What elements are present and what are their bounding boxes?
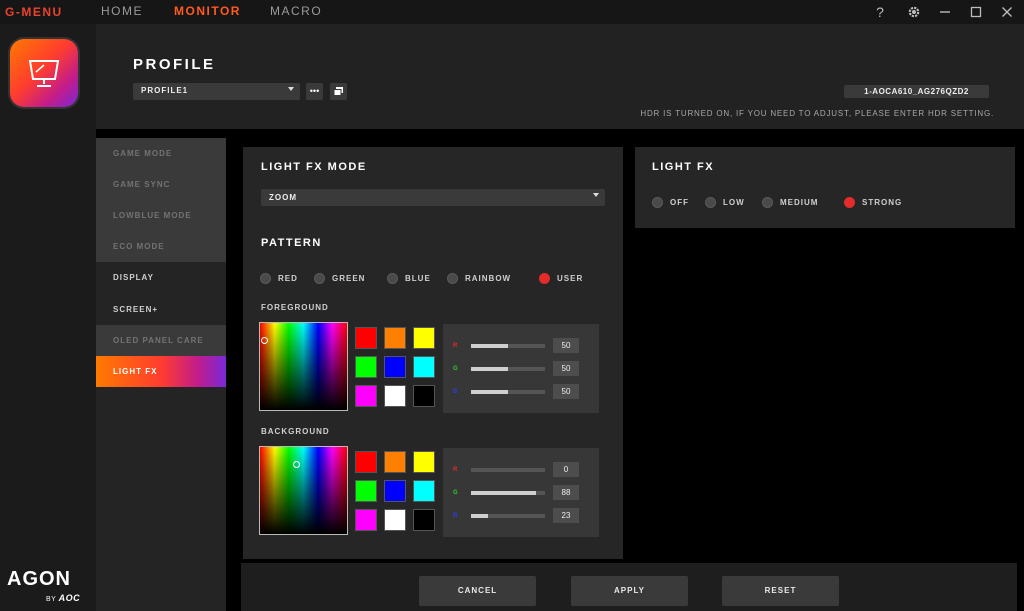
fg-g-slider[interactable] bbox=[471, 367, 545, 371]
foreground-swatch[interactable] bbox=[384, 356, 406, 378]
pattern-title: PATTERN bbox=[261, 237, 322, 249]
foreground-swatch[interactable] bbox=[355, 327, 377, 349]
profile-dropdown-value: PROFILE1 bbox=[141, 86, 189, 95]
fg-r-slider[interactable] bbox=[471, 344, 545, 348]
sidebar-item-lowblue-mode[interactable]: LOWBLUE MODE bbox=[96, 200, 226, 231]
light-fx-panel bbox=[635, 147, 1015, 228]
light-fx-mode-dropdown[interactable]: ZOOM bbox=[261, 189, 605, 206]
fg-g-label: G bbox=[453, 366, 458, 372]
background-swatch[interactable] bbox=[355, 480, 377, 502]
nav-tab-macro[interactable]: MACRO bbox=[270, 4, 322, 18]
bg-b-slider[interactable] bbox=[471, 514, 545, 518]
sidebar-item-light-fx[interactable]: LIGHT FX bbox=[96, 356, 226, 387]
bg-b-label: B bbox=[453, 513, 458, 519]
background-swatch[interactable] bbox=[355, 509, 377, 531]
title-bar: G-MENU HOME MONITOR MACRO ? bbox=[0, 0, 1024, 24]
help-icon[interactable]: ? bbox=[871, 3, 889, 21]
light-fx-radio-strong[interactable]: STRONG bbox=[844, 196, 902, 208]
monitor-icon bbox=[28, 60, 60, 87]
bg-g-label: G bbox=[453, 490, 458, 496]
background-swatch[interactable] bbox=[413, 509, 435, 531]
bg-r-label: R bbox=[453, 467, 458, 473]
sidebar-item-screen-plus[interactable]: SCREEN+ bbox=[96, 294, 226, 325]
pattern-radio-red[interactable]: RED bbox=[260, 272, 298, 284]
close-icon[interactable] bbox=[998, 3, 1016, 21]
foreground-color-picker[interactable] bbox=[259, 322, 348, 411]
background-picker-handle[interactable] bbox=[293, 461, 300, 468]
hdr-notice: HDR IS TURNED ON, IF YOU NEED TO ADJUST,… bbox=[640, 109, 994, 118]
bg-r-value[interactable]: 0 bbox=[553, 462, 579, 477]
page-title: PROFILE bbox=[133, 56, 216, 73]
monitor-logo-tile[interactable] bbox=[10, 39, 78, 107]
chevron-down-icon bbox=[593, 193, 599, 197]
foreground-label: FOREGROUND bbox=[261, 303, 329, 312]
reset-button[interactable]: RESET bbox=[722, 576, 839, 606]
nav-tab-monitor[interactable]: MONITOR bbox=[174, 4, 241, 18]
foreground-swatch[interactable] bbox=[384, 327, 406, 349]
foreground-picker-handle[interactable] bbox=[261, 337, 268, 344]
bg-r-slider[interactable] bbox=[471, 468, 545, 472]
sidebar-item-game-sync[interactable]: GAME SYNC bbox=[96, 169, 226, 200]
fg-r-label: R bbox=[453, 343, 458, 349]
light-fx-radio-medium[interactable]: MEDIUM bbox=[762, 196, 818, 208]
app-brand: G-MENU bbox=[5, 5, 63, 19]
more-options-button[interactable]: ••• bbox=[306, 83, 323, 100]
light-fx-radio-off[interactable]: OFF bbox=[652, 196, 689, 208]
sidebar-item-display[interactable]: DISPLAY bbox=[96, 262, 226, 293]
pattern-radio-user[interactable]: USER bbox=[539, 272, 583, 284]
background-swatch[interactable] bbox=[384, 451, 406, 473]
foreground-swatch[interactable] bbox=[413, 385, 435, 407]
light-fx-radio-low[interactable]: LOW bbox=[705, 196, 745, 208]
bg-b-value[interactable]: 23 bbox=[553, 508, 579, 523]
foreground-rgb-panel: R 50 G 50 B 50 bbox=[443, 324, 599, 413]
fg-b-label: B bbox=[453, 389, 458, 395]
minimize-icon[interactable] bbox=[936, 3, 954, 21]
background-swatch[interactable] bbox=[355, 451, 377, 473]
bg-g-value[interactable]: 88 bbox=[553, 485, 579, 500]
foreground-swatch[interactable] bbox=[355, 356, 377, 378]
fg-r-value[interactable]: 50 bbox=[553, 338, 579, 353]
fg-g-value[interactable]: 50 bbox=[553, 361, 579, 376]
pattern-radio-rainbow[interactable]: RAINBOW bbox=[447, 272, 511, 284]
monitor-id-badge: 1-AOCA610_AG276QZD2 bbox=[844, 85, 989, 98]
foreground-swatch[interactable] bbox=[413, 356, 435, 378]
profile-header: PROFILE PROFILE1 ••• 1-AOCA610_AG276QZD2… bbox=[96, 24, 1024, 129]
foreground-swatch[interactable] bbox=[413, 327, 435, 349]
foreground-swatch[interactable] bbox=[384, 385, 406, 407]
aoc-logo: BY AOC bbox=[46, 593, 81, 603]
maximize-icon[interactable] bbox=[967, 3, 985, 21]
sidebar: GAME MODE GAME SYNC LOWBLUE MODE ECO MOD… bbox=[96, 138, 226, 611]
background-swatch[interactable] bbox=[413, 451, 435, 473]
background-color-picker[interactable] bbox=[259, 446, 348, 535]
gear-icon[interactable] bbox=[905, 3, 923, 21]
background-swatch[interactable] bbox=[413, 480, 435, 502]
fg-b-value[interactable]: 50 bbox=[553, 384, 579, 399]
profile-dropdown[interactable]: PROFILE1 bbox=[133, 83, 300, 100]
foreground-swatch[interactable] bbox=[355, 385, 377, 407]
background-label: BACKGROUND bbox=[261, 427, 330, 436]
pattern-radio-blue[interactable]: BLUE bbox=[387, 272, 431, 284]
sidebar-item-game-mode[interactable]: GAME MODE bbox=[96, 138, 226, 169]
agon-logo: AGON bbox=[7, 568, 71, 590]
profile-copy-button[interactable] bbox=[330, 83, 347, 100]
light-fx-mode-value: ZOOM bbox=[269, 193, 297, 202]
fg-b-slider[interactable] bbox=[471, 390, 545, 394]
apply-button[interactable]: APPLY bbox=[571, 576, 688, 606]
sidebar-item-eco-mode[interactable]: ECO MODE bbox=[96, 231, 226, 262]
pattern-radio-green[interactable]: GREEN bbox=[314, 272, 365, 284]
chevron-down-icon bbox=[288, 87, 294, 91]
background-swatch[interactable] bbox=[384, 509, 406, 531]
left-rail: AGON BY AOC bbox=[0, 24, 96, 611]
sidebar-item-oled-panel-care[interactable]: OLED PANEL CARE bbox=[96, 325, 226, 356]
nav-tab-home[interactable]: HOME bbox=[101, 4, 143, 18]
background-swatch[interactable] bbox=[384, 480, 406, 502]
background-rgb-panel: R 0 G 88 B 23 bbox=[443, 448, 599, 537]
copy-icon bbox=[333, 87, 343, 96]
cancel-button[interactable]: CANCEL bbox=[419, 576, 536, 606]
bg-g-slider[interactable] bbox=[471, 491, 545, 495]
light-fx-mode-title: LIGHT FX MODE bbox=[261, 161, 367, 173]
light-fx-title: LIGHT FX bbox=[652, 161, 715, 173]
